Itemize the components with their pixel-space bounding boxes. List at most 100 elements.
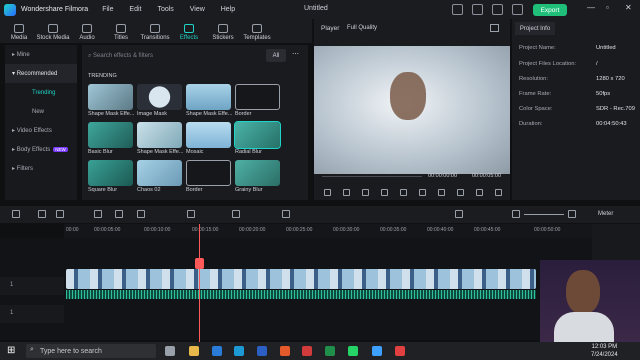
grid-icon[interactable] — [12, 210, 20, 218]
sidebar-item-new[interactable]: New — [5, 102, 77, 121]
word-icon[interactable] — [257, 346, 267, 356]
tab-media[interactable]: Media — [4, 19, 34, 43]
sidebar-item-filters[interactable]: ▸ Filters — [5, 159, 77, 178]
menu-edit[interactable]: Edit — [129, 6, 141, 13]
effect-card-8[interactable] — [234, 121, 281, 149]
playhead-handle[interactable] — [195, 258, 204, 269]
tab-stock-media[interactable]: Stock Media — [37, 19, 70, 43]
more-options-icon[interactable]: ⋯ — [292, 50, 299, 58]
player-tab[interactable]: Player — [321, 25, 339, 32]
taskbar-search-input[interactable]: ⌕ Type here to search — [26, 344, 156, 358]
tab-titles[interactable]: Titles — [106, 19, 136, 43]
edge-icon[interactable] — [234, 346, 244, 356]
minimize-icon[interactable]: — — [587, 3, 595, 12]
menu-file[interactable]: File — [102, 6, 113, 13]
file-explorer-icon[interactable] — [189, 346, 199, 356]
firefox-icon[interactable] — [280, 346, 290, 356]
search-input[interactable]: ⌕ Search effects & filters — [88, 50, 260, 62]
snap-icon[interactable] — [455, 210, 463, 218]
sidebar-item-body-effects[interactable]: ▸ Body Effects NEW — [5, 140, 77, 159]
fullscreen-icon[interactable] — [495, 189, 502, 196]
zoom-slider[interactable] — [524, 214, 564, 215]
cut-icon[interactable] — [94, 210, 102, 218]
stop-icon[interactable] — [362, 189, 369, 196]
close-icon[interactable]: ✕ — [625, 3, 632, 12]
windows-start-icon[interactable]: ⊞ — [7, 345, 15, 356]
app-icon[interactable] — [302, 346, 312, 356]
project-info-tab[interactable]: Project Info — [515, 22, 555, 35]
effect-card-5[interactable] — [88, 122, 133, 148]
document-title: Untitled — [304, 5, 328, 12]
sidebar-item-recommended[interactable]: ▾ Recommended — [5, 64, 77, 83]
effect-card-7[interactable] — [186, 122, 231, 148]
timeline-ruler[interactable]: 00:00 00:00:05:00 00:00:10:00 00:00:15:0… — [64, 224, 592, 238]
media-icon — [14, 24, 24, 33]
play-icon[interactable] — [343, 189, 350, 196]
quality-dropdown[interactable]: Full Quality — [347, 25, 377, 31]
tab-templates[interactable]: Templates — [242, 19, 272, 43]
scrub-bar[interactable] — [322, 176, 422, 177]
notification-icon[interactable] — [512, 4, 523, 15]
playhead[interactable] — [199, 224, 200, 344]
effect-card-3[interactable] — [186, 84, 231, 110]
effect-card-9[interactable] — [88, 160, 133, 186]
maximize-icon[interactable]: ▫ — [606, 3, 609, 12]
camera-icon[interactable] — [457, 189, 464, 196]
mark-in-icon[interactable] — [400, 189, 407, 196]
taskbar-clock[interactable]: 12:03 PM 7/24/2024 — [591, 343, 618, 359]
effect-card-6[interactable] — [137, 122, 182, 148]
tab-audio[interactable]: Audio — [72, 19, 102, 43]
redo-icon[interactable] — [56, 210, 64, 218]
menu-help[interactable]: Help — [221, 6, 235, 13]
display-icon[interactable] — [438, 189, 445, 196]
fullscreen-icon[interactable] — [492, 4, 503, 15]
tab-effects[interactable]: Effects — [174, 19, 204, 43]
effect-card-12[interactable] — [235, 160, 280, 186]
next-frame-icon[interactable] — [381, 189, 388, 196]
templates-icon — [252, 24, 262, 33]
sidebar-item-video-effects[interactable]: ▸ Video Effects — [5, 121, 77, 140]
prev-frame-icon[interactable] — [324, 189, 331, 196]
zoom-in-icon[interactable] — [568, 210, 576, 218]
effect-card-11[interactable] — [186, 160, 231, 186]
excel-icon[interactable] — [325, 346, 335, 356]
export-button[interactable]: Export — [533, 4, 567, 16]
effect-label: Shape Mask Effe... — [137, 149, 184, 155]
tab-stickers[interactable]: Stickers — [208, 19, 238, 43]
effect-card-1[interactable] — [88, 84, 133, 110]
filmora-logo-icon — [4, 3, 16, 16]
chrome-icon[interactable] — [372, 346, 382, 356]
speed-icon[interactable] — [232, 210, 240, 218]
menu-view[interactable]: View — [190, 6, 205, 13]
effect-card-2[interactable] — [137, 84, 182, 110]
mark-out-icon[interactable] — [419, 189, 426, 196]
account-icon[interactable] — [472, 4, 483, 15]
text-icon[interactable] — [282, 210, 290, 218]
volume-icon[interactable] — [476, 189, 483, 196]
video-clip[interactable] — [66, 269, 536, 289]
windows-taskbar: ⊞ ⌕ Type here to search 12:03 PM 7/24/202… — [0, 342, 640, 360]
layout-icon[interactable] — [452, 4, 463, 15]
tag-icon[interactable] — [187, 210, 195, 218]
delete-icon[interactable] — [137, 210, 145, 218]
crop-icon[interactable] — [115, 210, 123, 218]
snapshot-icon[interactable] — [490, 24, 499, 32]
task-view-icon[interactable] — [165, 346, 175, 356]
filter-dropdown[interactable]: All — [266, 49, 286, 62]
video-track-header[interactable]: 1 — [0, 277, 64, 295]
whatsapp-icon[interactable] — [348, 346, 358, 356]
effect-card-4[interactable] — [235, 84, 280, 110]
menu-tools[interactable]: Tools — [157, 6, 173, 13]
tab-transitions[interactable]: Transitions — [140, 19, 170, 43]
app-icon[interactable] — [395, 346, 405, 356]
audio-waveform[interactable] — [66, 290, 536, 299]
effect-label: Mosaic — [186, 149, 204, 155]
sidebar-item-mine[interactable]: ▸ Mine — [5, 45, 77, 64]
undo-icon[interactable] — [38, 210, 46, 218]
mail-icon[interactable] — [212, 346, 222, 356]
zoom-out-icon[interactable] — [512, 210, 520, 218]
clock-date: 7/24/2024 — [591, 352, 618, 358]
effect-card-10[interactable] — [137, 160, 182, 186]
sidebar-item-trending[interactable]: Trending — [5, 83, 77, 102]
audio-track-header[interactable]: 1 — [0, 305, 64, 323]
